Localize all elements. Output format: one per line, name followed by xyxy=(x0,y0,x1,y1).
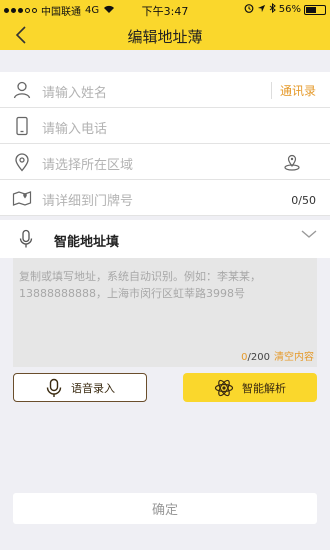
smart-address-textarea[interactable]: 复制或填写地址，系统自动识别。例如：李某某， 13888888888，上海市闵行… xyxy=(13,258,317,367)
alarm-icon xyxy=(244,3,254,16)
atom-icon xyxy=(214,379,234,396)
bluetooth-icon xyxy=(269,2,276,16)
region-row: 请选择所在区域 xyxy=(0,144,330,180)
detail-row: 请详细到门牌号 0/50 xyxy=(0,180,330,216)
microphone-icon xyxy=(19,229,33,248)
nav-bar: 编辑地址薄 xyxy=(0,20,330,50)
clear-button[interactable]: 清空内容 xyxy=(274,352,314,363)
detail-counter: 0/50 xyxy=(291,194,316,207)
page-title: 编辑地址薄 xyxy=(127,28,203,46)
smart-parse-button[interactable]: 智能解析 xyxy=(183,373,317,402)
location-pin-icon xyxy=(15,153,29,172)
detail-input[interactable]: 请详细到门牌号 xyxy=(42,190,133,209)
name-input[interactable]: 请输入姓名 xyxy=(42,82,107,101)
chevron-down-icon[interactable] xyxy=(300,228,318,240)
phone-input[interactable]: 请输入电话 xyxy=(42,118,107,137)
smart-address-label: 智能地址填 xyxy=(54,235,120,250)
confirm-button[interactable]: 确定 xyxy=(13,493,317,524)
voice-input-label: 语音录入 xyxy=(71,381,115,395)
phone-icon xyxy=(16,116,28,136)
textarea-counter: 0/200 清空内容 xyxy=(241,348,314,363)
battery-icon xyxy=(304,4,326,15)
map-icon xyxy=(12,191,32,206)
smart-address-header[interactable]: 智能地址填 xyxy=(0,220,330,258)
placeholder-line-1: 复制或填写地址，系统自动识别。例如：李某某， xyxy=(19,270,261,283)
person-icon xyxy=(13,81,31,99)
char-max: /200 xyxy=(247,352,270,363)
smart-parse-label: 智能解析 xyxy=(242,381,286,395)
microphone-icon xyxy=(46,378,62,397)
locate-icon[interactable] xyxy=(282,152,302,172)
textarea-placeholder: 复制或填写地址，系统自动识别。例如：李某某， 13888888888，上海市闵行… xyxy=(19,268,311,302)
region-select[interactable]: 请选择所在区域 xyxy=(42,154,133,173)
voice-input-button[interactable]: 语音录入 xyxy=(13,373,147,402)
placeholder-line-2: 13888888888，上海市闵行区虹莘路3998号 xyxy=(19,287,245,300)
battery-percent: 56% xyxy=(278,4,301,15)
name-row: 请输入姓名 通讯录 xyxy=(0,72,330,108)
phone-row: 请输入电话 xyxy=(0,108,330,144)
status-right: 56% xyxy=(244,2,326,16)
contacts-button[interactable]: 通讯录 xyxy=(270,82,316,99)
status-bar: 中国联通 4G 下午3:47 56% xyxy=(0,0,330,20)
location-arrow-icon xyxy=(257,4,266,16)
address-form: 请输入姓名 通讯录 请输入电话 请选择所在区域 请详细到门牌号 0/50 xyxy=(0,72,330,216)
